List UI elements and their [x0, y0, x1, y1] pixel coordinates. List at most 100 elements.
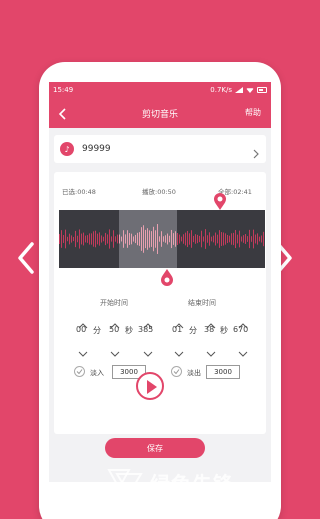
waveform-bar — [83, 232, 84, 246]
selected-duration: 已选:00:48 — [62, 188, 96, 196]
waveform-bar — [211, 236, 212, 242]
waveform-bar — [167, 233, 168, 245]
waveform-bar — [153, 226, 154, 252]
play-button[interactable] — [136, 372, 164, 400]
fade-out-label: 淡出 — [187, 369, 201, 377]
waveform-bar — [195, 234, 196, 244]
start-marker-icon[interactable] — [160, 268, 174, 286]
waveform-bar — [89, 233, 90, 245]
waveform-bar — [81, 233, 82, 245]
waveform-bar — [225, 233, 226, 245]
previous-arrow-icon[interactable] — [16, 240, 36, 276]
waveform-bar — [161, 231, 162, 247]
watermark-url: www.greenxf.com — [152, 494, 259, 508]
waveform[interactable] — [59, 210, 265, 268]
start-seconds-unit: 秒 — [125, 326, 133, 335]
waveform-bar — [107, 234, 108, 244]
waveform-bar — [85, 235, 86, 243]
waveform-bar — [147, 228, 148, 250]
waveform-bar — [191, 230, 192, 248]
start-milliseconds-up-icon[interactable] — [143, 314, 153, 333]
waveform-bar — [141, 227, 142, 251]
chevron-right-icon — [252, 144, 260, 159]
fade-out-checkbox[interactable] — [171, 366, 182, 377]
end-seconds-up-icon[interactable] — [206, 314, 216, 333]
status-time: 15:49 — [53, 86, 74, 94]
waveform-bar — [235, 229, 236, 249]
waveform-bar — [149, 230, 150, 248]
waveform-bar — [73, 236, 74, 242]
back-icon[interactable] — [57, 106, 69, 120]
fade-in-checkbox[interactable] — [74, 366, 85, 377]
waveform-bar — [203, 236, 204, 242]
end-minutes-unit: 分 — [189, 326, 197, 335]
waveform-bar — [187, 230, 188, 248]
waveform-bar — [105, 232, 106, 246]
start-minutes-unit: 分 — [93, 326, 101, 335]
waveform-bar — [245, 234, 246, 244]
start-seconds-down-icon[interactable] — [110, 342, 120, 361]
watermark-text: 绿色先锋 — [150, 472, 234, 496]
end-minutes-up-icon[interactable] — [174, 314, 184, 333]
fade-in-label: 淡入 — [90, 369, 104, 377]
waveform-bar — [143, 225, 144, 253]
waveform-bar — [61, 230, 62, 248]
waveform-bar — [133, 236, 134, 242]
end-milliseconds-up-icon[interactable] — [238, 314, 248, 333]
end-marker-icon[interactable] — [213, 193, 227, 211]
battery-icon — [257, 87, 267, 93]
waveform-bar — [115, 236, 116, 242]
waveform-bar — [247, 236, 248, 242]
start-milliseconds-down-icon[interactable] — [143, 342, 153, 361]
waveform-bar — [111, 236, 112, 242]
waveform-bar — [159, 236, 160, 242]
waveform-bar — [199, 235, 200, 243]
song-selector[interactable]: ♪ 99999 — [54, 135, 266, 163]
start-minutes-up-icon[interactable] — [78, 314, 88, 333]
waveform-bar — [231, 233, 232, 245]
waveform-bar — [181, 236, 182, 242]
end-milliseconds-down-icon[interactable] — [238, 342, 248, 361]
waveform-bar — [185, 232, 186, 246]
start-minutes-down-icon[interactable] — [78, 342, 88, 361]
waveform-bar — [113, 230, 114, 248]
waveform-bar — [201, 230, 202, 248]
help-button[interactable]: 帮助 — [245, 107, 261, 118]
waveform-bar — [213, 235, 214, 243]
save-button[interactable]: 保存 — [105, 438, 205, 458]
fade-out-input[interactable]: 3000 — [206, 365, 240, 379]
waveform-bar — [59, 234, 60, 244]
waveform-bar — [139, 232, 140, 246]
waveform-bar — [179, 234, 180, 244]
waveform-bar — [249, 229, 250, 249]
waveform-bar — [135, 234, 136, 244]
waveform-bar — [69, 233, 70, 245]
waveform-bar — [169, 235, 170, 243]
app-toolbar: 剪切音乐 帮助 — [49, 98, 271, 128]
waveform-bar — [239, 230, 240, 248]
music-note-icon: ♪ — [60, 142, 74, 156]
waveform-bar — [163, 236, 164, 242]
waveform-bar — [227, 234, 228, 244]
end-seconds-down-icon[interactable] — [206, 342, 216, 361]
net-speed: 0.7K/s — [210, 86, 232, 94]
end-minutes-down-icon[interactable] — [174, 342, 184, 361]
waveform-bar — [103, 236, 104, 242]
waveform-bar — [197, 234, 198, 244]
page-title: 剪切音乐 — [141, 109, 178, 120]
waveform-bar — [155, 230, 156, 248]
app-screen: 15:49 0.7K/s 剪切音乐 帮助 ♪ 99999 已选:00:48 播放… — [49, 82, 271, 482]
waveform-bar — [209, 232, 210, 246]
status-bar: 15:49 0.7K/s — [49, 82, 271, 98]
waveform-bar — [189, 233, 190, 245]
waveform-bar — [263, 231, 264, 247]
waveform-bar — [175, 231, 176, 247]
wifi-icon — [246, 88, 254, 93]
waveform-bar — [101, 235, 102, 243]
playing-position: 播放:00:50 — [142, 188, 176, 196]
waveform-bar — [87, 235, 88, 243]
waveform-bar — [129, 233, 130, 245]
waveform-bar — [67, 236, 68, 242]
start-seconds-up-icon[interactable] — [110, 314, 120, 333]
waveform-bar — [121, 236, 122, 242]
